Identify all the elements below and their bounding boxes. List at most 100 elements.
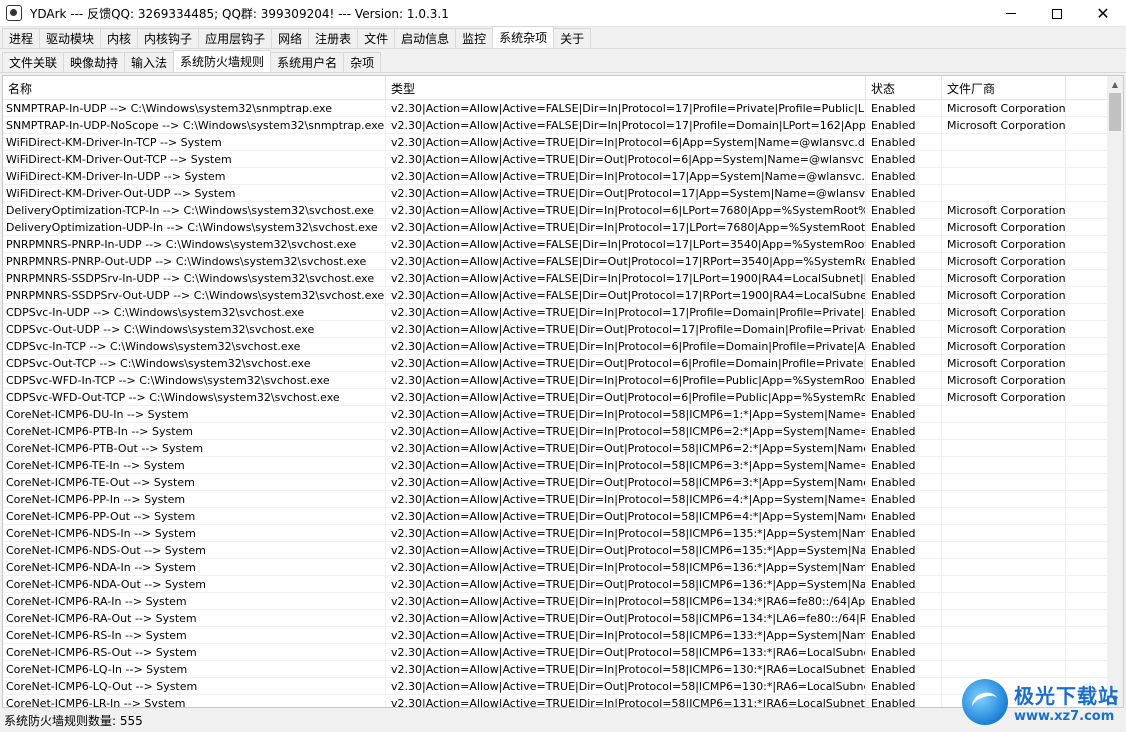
table-body: SNMPTRAP-In-UDP --> C:\Windows\system32\… — [3, 100, 1109, 707]
cell-type: v2.30|Action=Allow|Active=TRUE|Dir=Out|P… — [386, 542, 866, 559]
table-row[interactable]: DeliveryOptimization-TCP-In --> C:\Windo… — [3, 202, 1109, 219]
table-row[interactable]: CoreNet-ICMP6-RS-Out --> System v2.30|Act… — [3, 644, 1109, 661]
main-tab[interactable]: 网络 — [271, 28, 310, 48]
cell-state: Enabled — [866, 644, 942, 661]
table-row[interactable]: CoreNet-ICMP6-NDS-In --> System v2.30|Act… — [3, 525, 1109, 542]
main-tab[interactable]: 启动信息 — [394, 28, 457, 48]
cell-name: SNMPTRAP-In-UDP-NoScope --> C:\Windows\s… — [3, 117, 386, 134]
table-row[interactable]: CoreNet-ICMP6-PP-Out --> System v2.30|Act… — [3, 508, 1109, 525]
sub-tab[interactable]: 文件关联 — [2, 52, 65, 72]
main-tab[interactable]: 监控 — [455, 28, 494, 48]
cell-state: Enabled — [866, 508, 942, 525]
cell-state: Enabled — [866, 355, 942, 372]
main-tab[interactable]: 进程 — [2, 28, 41, 48]
cell-vendor: Microsoft Corporation — [942, 270, 1066, 287]
cell-type: v2.30|Action=Allow|Active=TRUE|Dir=In|Pr… — [386, 168, 866, 185]
cell-type: v2.30|Action=Allow|Active=TRUE|Dir=In|Pr… — [386, 695, 866, 707]
table-row[interactable]: PNRPMNRS-SSDPSrv-In-UDP --> C:\Windows\s… — [3, 270, 1109, 287]
cell-filler — [1066, 219, 1109, 236]
cell-filler — [1066, 355, 1109, 372]
cell-state: Enabled — [866, 270, 942, 287]
table-row[interactable]: CoreNet-ICMP6-NDA-In --> System v2.30|Act… — [3, 559, 1109, 576]
sub-tab[interactable]: 系统用户名 — [270, 52, 345, 72]
cell-vendor — [942, 440, 1066, 457]
cell-filler — [1066, 644, 1109, 661]
sub-tab[interactable]: 映像劫持 — [63, 52, 126, 72]
scrollbar-thumb[interactable] — [1109, 93, 1121, 131]
main-tab[interactable]: 内核钩子 — [137, 28, 200, 48]
sub-tab[interactable]: 系统防火墙规则 — [173, 50, 272, 72]
scroll-up-icon[interactable]: ▲ — [1107, 76, 1123, 92]
main-tab[interactable]: 应用层钩子 — [198, 28, 273, 48]
cell-name: WiFiDirect-KM-Driver-Out-TCP --> System — [3, 151, 386, 168]
column-header-vendor[interactable]: 文件厂商 — [942, 76, 1066, 100]
table-row[interactable]: CoreNet-ICMP6-LQ-In --> System v2.30|Acti… — [3, 661, 1109, 678]
vertical-scrollbar[interactable]: ▲ ▼ — [1107, 76, 1123, 707]
table-row[interactable]: WiFiDirect-KM-Driver-Out-UDP --> System v… — [3, 185, 1109, 202]
cell-state: Enabled — [866, 559, 942, 576]
table-row[interactable]: CoreNet-ICMP6-DU-In --> System v2.30|Acti… — [3, 406, 1109, 423]
table-row[interactable]: CDPSvc-In-UDP --> C:\Windows\system32\sv… — [3, 304, 1109, 321]
maximize-button[interactable] — [1034, 0, 1080, 27]
main-tab[interactable]: 文件 — [357, 28, 396, 48]
cell-type: v2.30|Action=Allow|Active=TRUE|Dir=Out|P… — [386, 185, 866, 202]
column-header-type[interactable]: 类型 — [386, 76, 866, 100]
sub-tab[interactable]: 杂项 — [343, 52, 382, 72]
table-row[interactable]: CoreNet-ICMP6-TE-Out --> System v2.30|Act… — [3, 474, 1109, 491]
watermark: 极光下载站 www.xz7.com — [962, 674, 1122, 730]
cell-filler — [1066, 508, 1109, 525]
cell-name: CDPSvc-WFD-Out-TCP --> C:\Windows\system… — [3, 389, 386, 406]
table-row[interactable]: PNRPMNRS-PNRP-Out-UDP --> C:\Windows\sys… — [3, 253, 1109, 270]
table-row[interactable]: CDPSvc-In-TCP --> C:\Windows\system32\sv… — [3, 338, 1109, 355]
table-row[interactable]: CDPSvc-Out-TCP --> C:\Windows\system32\s… — [3, 355, 1109, 372]
table-row[interactable]: PNRPMNRS-SSDPSrv-Out-UDP --> C:\Windows\… — [3, 287, 1109, 304]
main-tab[interactable]: 关于 — [553, 28, 592, 48]
main-tab[interactable]: 内核 — [100, 28, 139, 48]
cell-type: v2.30|Action=Allow|Active=TRUE|Dir=In|Pr… — [386, 219, 866, 236]
table-row[interactable]: SNMPTRAP-In-UDP --> C:\Windows\system32\… — [3, 100, 1109, 117]
table-row[interactable]: CDPSvc-WFD-Out-TCP --> C:\Windows\system… — [3, 389, 1109, 406]
table-row[interactable]: CoreNet-ICMP6-RA-In --> System v2.30|Acti… — [3, 593, 1109, 610]
main-tab[interactable]: 系统杂项 — [492, 26, 555, 48]
cell-type: v2.30|Action=Allow|Active=TRUE|Dir=Out|P… — [386, 321, 866, 338]
main-tab[interactable]: 注册表 — [308, 28, 359, 48]
table-row[interactable]: DeliveryOptimization-UDP-In --> C:\Windo… — [3, 219, 1109, 236]
cell-name: CoreNet-ICMP6-TE-Out --> System — [3, 474, 386, 491]
main-tab[interactable]: 驱动模块 — [39, 28, 102, 48]
cell-vendor — [942, 457, 1066, 474]
cell-type: v2.30|Action=Allow|Active=TRUE|Dir=Out|P… — [386, 151, 866, 168]
cell-type: v2.30|Action=Allow|Active=TRUE|Dir=In|Pr… — [386, 134, 866, 151]
table-row[interactable]: CoreNet-ICMP6-PTB-In --> System v2.30|Act… — [3, 423, 1109, 440]
cell-name: CoreNet-ICMP6-PTB-In --> System — [3, 423, 386, 440]
table-row[interactable]: CoreNet-ICMP6-RA-Out --> System v2.30|Act… — [3, 610, 1109, 627]
table-row[interactable]: CoreNet-ICMP6-TE-In --> System v2.30|Acti… — [3, 457, 1109, 474]
table-row[interactable]: WiFiDirect-KM-Driver-Out-TCP --> System v… — [3, 151, 1109, 168]
table-row[interactable]: CDPSvc-Out-UDP --> C:\Windows\system32\s… — [3, 321, 1109, 338]
cell-filler — [1066, 100, 1109, 117]
cell-name: CoreNet-ICMP6-PP-Out --> System — [3, 508, 386, 525]
table-row[interactable]: CoreNet-ICMP6-NDS-Out --> System v2.30|Ac… — [3, 542, 1109, 559]
table-row[interactable]: CoreNet-ICMP6-PP-In --> System v2.30|Acti… — [3, 491, 1109, 508]
table-row[interactable]: PNRPMNRS-PNRP-In-UDP --> C:\Windows\syst… — [3, 236, 1109, 253]
table-row[interactable]: CoreNet-ICMP6-RS-In --> System v2.30|Acti… — [3, 627, 1109, 644]
table-row[interactable]: WiFiDirect-KM-Driver-In-TCP --> System v2… — [3, 134, 1109, 151]
close-button[interactable]: ✕ — [1080, 0, 1126, 27]
cell-filler — [1066, 423, 1109, 440]
table-row[interactable]: CoreNet-ICMP6-PTB-Out --> System v2.30|Ac… — [3, 440, 1109, 457]
minimize-button[interactable] — [988, 0, 1034, 27]
table-row[interactable]: CoreNet-ICMP6-LQ-Out --> System v2.30|Act… — [3, 678, 1109, 695]
cell-type: v2.30|Action=Allow|Active=TRUE|Dir=Out|P… — [386, 508, 866, 525]
table-row[interactable]: CoreNet-ICMP6-LR-In --> System v2.30|Acti… — [3, 695, 1109, 707]
column-header-state[interactable]: 状态 — [866, 76, 942, 100]
cell-name: DeliveryOptimization-UDP-In --> C:\Windo… — [3, 219, 386, 236]
cell-state: Enabled — [866, 287, 942, 304]
column-header-name[interactable]: 名称 — [3, 76, 386, 100]
cell-type: v2.30|Action=Allow|Active=FALSE|Dir=Out|… — [386, 287, 866, 304]
table-row[interactable]: WiFiDirect-KM-Driver-In-UDP --> System v2… — [3, 168, 1109, 185]
table-row[interactable]: CoreNet-ICMP6-NDA-Out --> System v2.30|Ac… — [3, 576, 1109, 593]
cell-state: Enabled — [866, 253, 942, 270]
table-row[interactable]: CDPSvc-WFD-In-TCP --> C:\Windows\system3… — [3, 372, 1109, 389]
table-row[interactable]: SNMPTRAP-In-UDP-NoScope --> C:\Windows\s… — [3, 117, 1109, 134]
cell-name: CDPSvc-Out-TCP --> C:\Windows\system32\s… — [3, 355, 386, 372]
sub-tab[interactable]: 输入法 — [124, 52, 175, 72]
